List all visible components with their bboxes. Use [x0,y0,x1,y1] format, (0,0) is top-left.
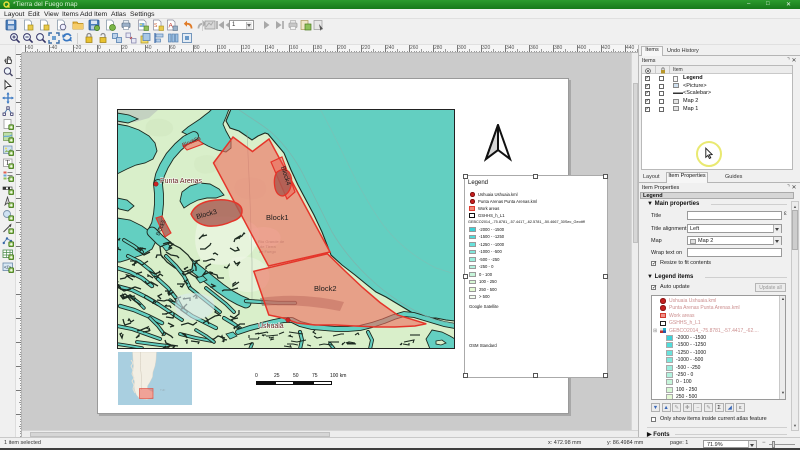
svg-text:Ushuaia: Ushuaia [258,323,284,330]
svg-text:Punta Arenas: Punta Arenas [160,178,203,185]
svg-text:Block1: Block1 [266,213,289,222]
svg-text:TdF: TdF [160,388,166,392]
svg-text:Block2: Block2 [314,284,337,293]
